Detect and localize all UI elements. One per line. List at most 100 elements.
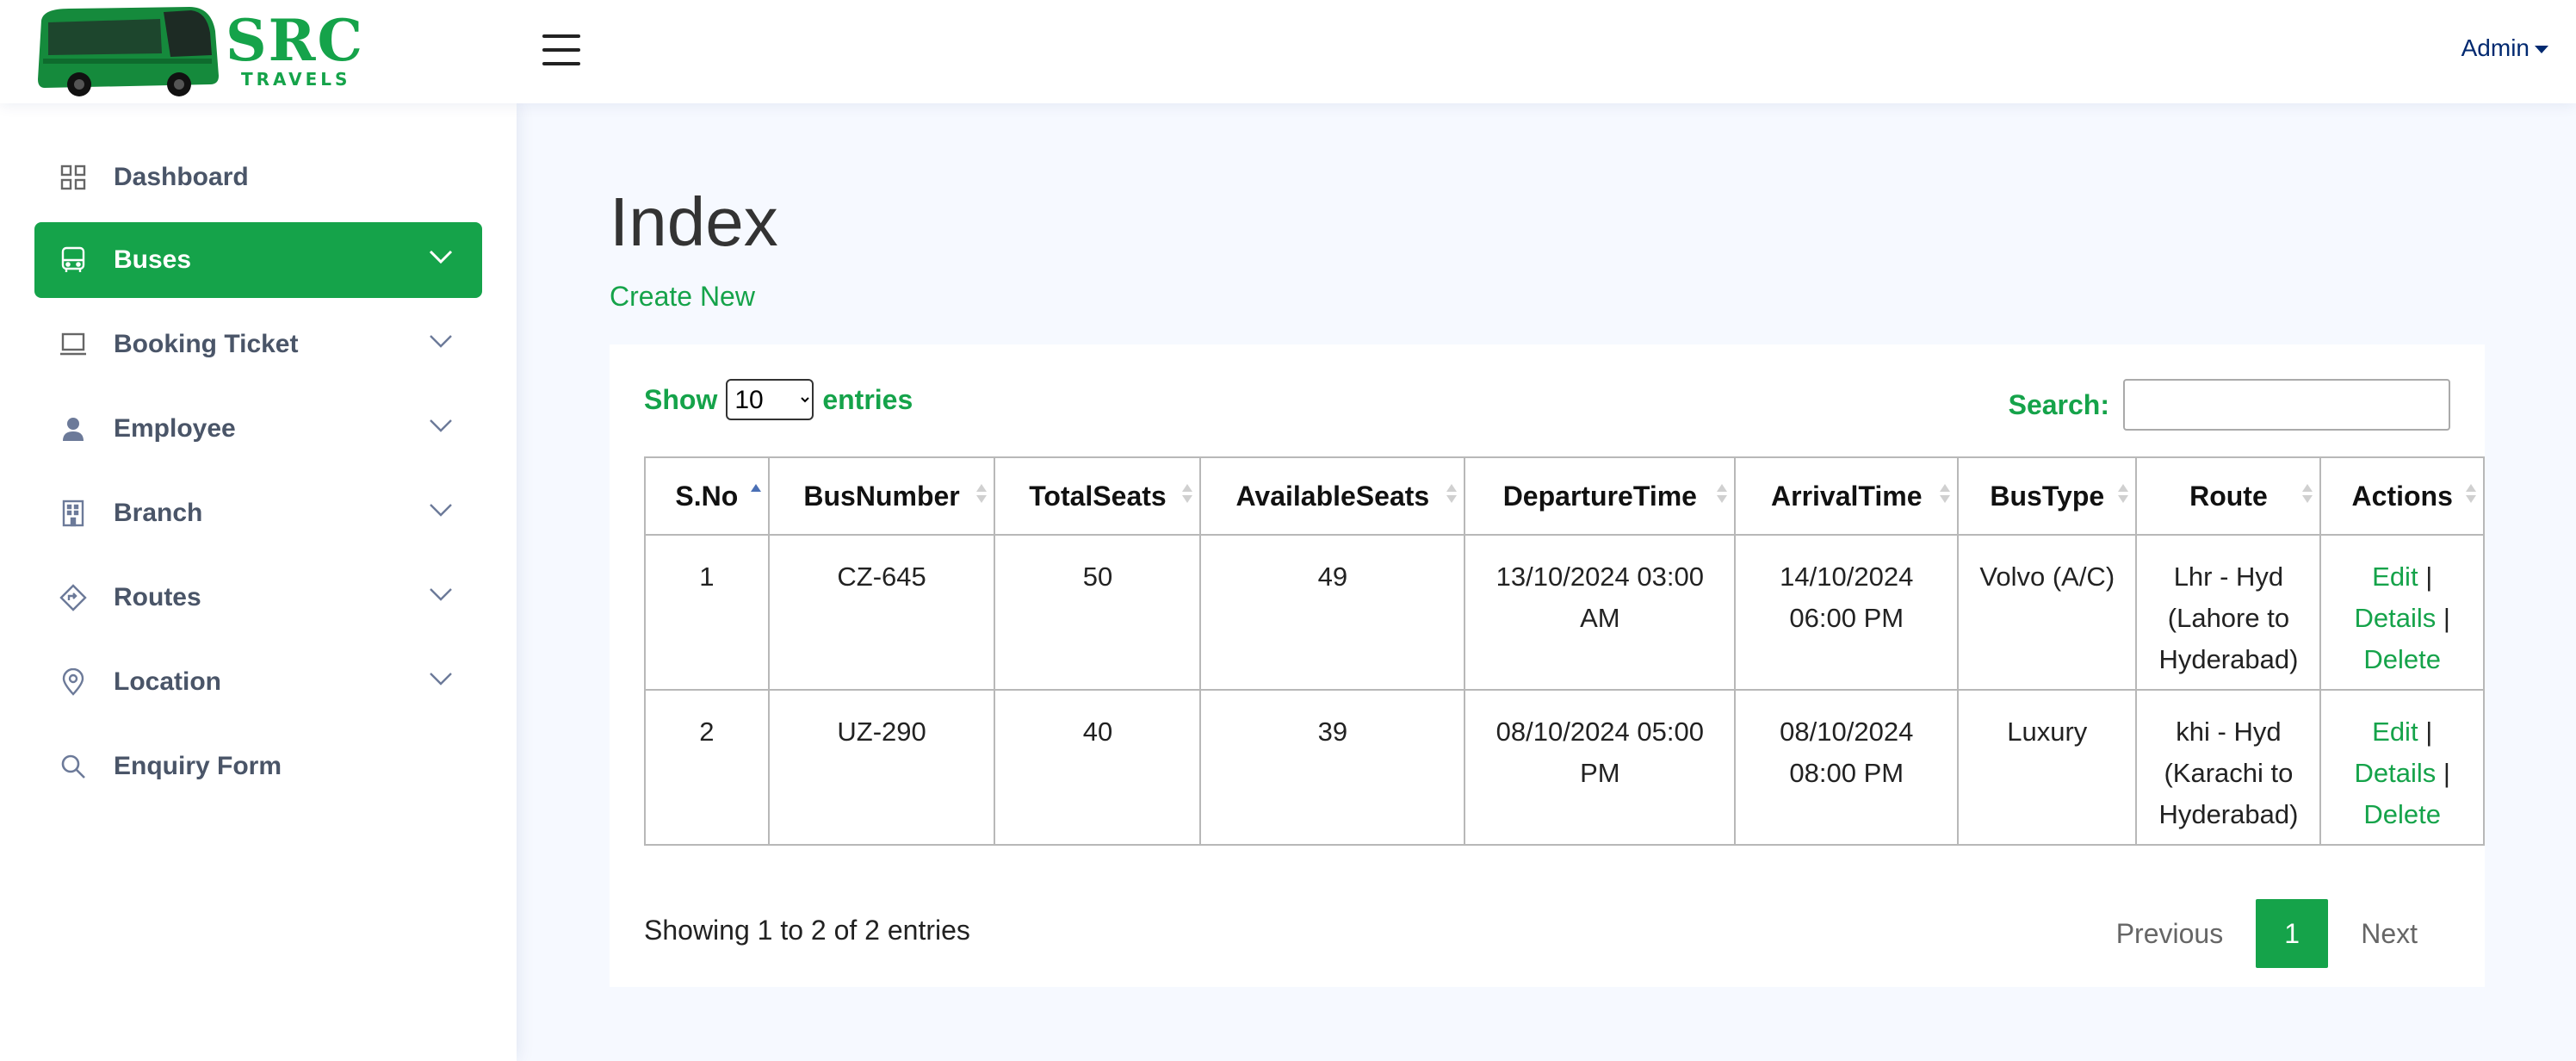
column-header-availableseats[interactable]: AvailableSeats xyxy=(1199,456,1466,536)
sidebar-item-label: Employee xyxy=(114,414,236,443)
cell-route: Lhr - Hyd (Lahore to Hyderabad) xyxy=(2135,534,2322,691)
sidebar-item-buses[interactable]: Buses xyxy=(34,222,482,298)
sidebar-item-label: Routes xyxy=(114,583,201,611)
column-header-departuretime[interactable]: DepartureTime xyxy=(1464,456,1737,536)
show-label: Show xyxy=(644,383,718,415)
menu-toggle-button[interactable] xyxy=(542,34,580,69)
sort-icon xyxy=(1940,484,1951,510)
map-pin-icon xyxy=(59,667,88,697)
sidebar-item-label: Booking Ticket xyxy=(114,330,299,358)
cell-sno: 2 xyxy=(644,689,770,846)
sort-icon xyxy=(2466,484,2476,510)
cell-actions: Edit | Details | Delete xyxy=(2319,534,2485,691)
cell-arrival-time: 08/10/2024 08:00 PM xyxy=(1734,689,1960,846)
column-header-totalseats[interactable]: TotalSeats xyxy=(994,456,1202,536)
brand-subtitle: TRAVELS xyxy=(241,69,351,90)
table-header-row: S.No BusNumber TotalSeats AvailableSeats… xyxy=(644,456,2485,536)
sidebar-item-enquiry-form[interactable]: Enquiry Form xyxy=(34,729,482,804)
cell-departure-time: 08/10/2024 05:00 PM xyxy=(1464,689,1737,846)
cell-total-seats: 40 xyxy=(994,689,1202,846)
cell-sno: 1 xyxy=(644,534,770,691)
cell-bus-number: CZ-645 xyxy=(767,534,996,691)
next-page-button[interactable]: Next xyxy=(2328,918,2450,950)
sort-icon xyxy=(1717,484,1728,510)
building-icon xyxy=(59,499,88,528)
sort-icon xyxy=(976,484,988,510)
laptop-icon xyxy=(59,330,88,359)
person-icon xyxy=(59,414,88,444)
column-header-arrivaltime[interactable]: ArrivalTime xyxy=(1734,456,1960,536)
sidebar-item-label: Branch xyxy=(114,499,203,527)
previous-page-button[interactable]: Previous xyxy=(2084,918,2257,950)
sidebar-item-label: Location xyxy=(114,667,221,696)
column-header-actions[interactable]: Actions xyxy=(2319,456,2485,536)
sidebar-item-label: Buses xyxy=(114,245,192,274)
page-title: Index xyxy=(610,183,778,260)
bus-logo-icon xyxy=(38,7,219,96)
page-1-button[interactable]: 1 xyxy=(2256,899,2329,968)
cell-actions: Edit | Details | Delete xyxy=(2319,689,2485,846)
hamburger-icon xyxy=(542,34,580,38)
table-row: 2 UZ-290 40 39 08/10/2024 05:00 PM 08/10/… xyxy=(644,689,2485,846)
chevron-down-icon xyxy=(429,250,453,264)
edit-link[interactable]: Edit xyxy=(2372,562,2418,592)
chevron-down-icon xyxy=(430,673,452,686)
sidebar-item-location[interactable]: Location xyxy=(34,644,482,720)
column-header-busnumber[interactable]: BusNumber xyxy=(767,456,996,536)
main-content: Index Create New Show 10 entries Search:… xyxy=(517,103,2576,1061)
sidebar-item-routes[interactable]: Routes xyxy=(34,560,482,636)
chevron-down-icon xyxy=(430,335,452,348)
table-row: 1 CZ-645 50 49 13/10/2024 03:00 AM 14/10/… xyxy=(644,534,2485,691)
chevron-down-icon xyxy=(430,504,452,517)
cell-bus-number: UZ-290 xyxy=(767,689,996,846)
sort-icon xyxy=(2118,484,2129,510)
create-new-link[interactable]: Create New xyxy=(610,281,755,313)
sidebar: Dashboard Buses Booking Ticket Employee … xyxy=(0,103,517,1061)
search-label: Search: xyxy=(2008,388,2109,420)
grid-icon xyxy=(59,163,88,192)
entries-label: entries xyxy=(822,383,913,415)
edit-link[interactable]: Edit xyxy=(2372,717,2418,747)
chevron-down-icon xyxy=(430,419,452,432)
sidebar-item-employee[interactable]: Employee xyxy=(34,391,482,467)
cell-departure-time: 13/10/2024 03:00 AM xyxy=(1464,534,1737,691)
sidebar-item-branch[interactable]: Branch xyxy=(34,475,482,551)
search-icon xyxy=(59,752,88,781)
sort-icon xyxy=(1446,484,1458,510)
entries-per-page-select[interactable]: 10 xyxy=(726,379,814,420)
chevron-down-icon xyxy=(430,588,452,601)
brand-name: SRC xyxy=(226,7,365,74)
sidebar-item-booking-ticket[interactable]: Booking Ticket xyxy=(34,307,482,382)
brand-logo[interactable]: SRC TRAVELS xyxy=(34,5,362,98)
sidebar-item-label: Dashboard xyxy=(114,163,249,191)
cell-bus-type: Volvo (A/C) xyxy=(1957,534,2138,691)
column-header-bustype[interactable]: BusType xyxy=(1957,456,2138,536)
cell-bus-type: Luxury xyxy=(1957,689,2138,846)
sidebar-item-label: Enquiry Form xyxy=(114,752,282,780)
sidebar-item-dashboard[interactable]: Dashboard xyxy=(34,140,482,215)
show-entries-control: Show 10 entries xyxy=(644,379,913,420)
buses-table: S.No BusNumber TotalSeats AvailableSeats… xyxy=(644,456,2485,846)
cell-route: khi - Hyd (Karachi to Hyderabad) xyxy=(2135,689,2322,846)
cell-available-seats: 49 xyxy=(1199,534,1466,691)
user-menu-label: Admin xyxy=(2461,34,2530,61)
sort-icon xyxy=(2302,484,2313,510)
bus-icon xyxy=(59,245,88,275)
user-menu-dropdown[interactable]: Admin xyxy=(2461,34,2548,62)
table-info: Showing 1 to 2 of 2 entries xyxy=(644,915,970,946)
cell-available-seats: 39 xyxy=(1199,689,1466,846)
buses-table-card: Show 10 entries Search: S.No BusNumber T… xyxy=(610,344,2485,987)
delete-link[interactable]: Delete xyxy=(2363,799,2441,829)
cell-total-seats: 50 xyxy=(994,534,1202,691)
details-link[interactable]: Details xyxy=(2354,758,2436,788)
signpost-icon xyxy=(59,583,88,612)
column-header-sno[interactable]: S.No xyxy=(644,456,770,536)
pagination: Previous 1 Next xyxy=(2084,899,2450,968)
delete-link[interactable]: Delete xyxy=(2363,644,2441,674)
sort-asc-icon xyxy=(750,484,761,510)
details-link[interactable]: Details xyxy=(2354,603,2436,633)
search-input[interactable] xyxy=(2123,379,2450,431)
cell-arrival-time: 14/10/2024 06:00 PM xyxy=(1734,534,1960,691)
sort-icon xyxy=(1182,484,1193,510)
column-header-route[interactable]: Route xyxy=(2135,456,2322,536)
